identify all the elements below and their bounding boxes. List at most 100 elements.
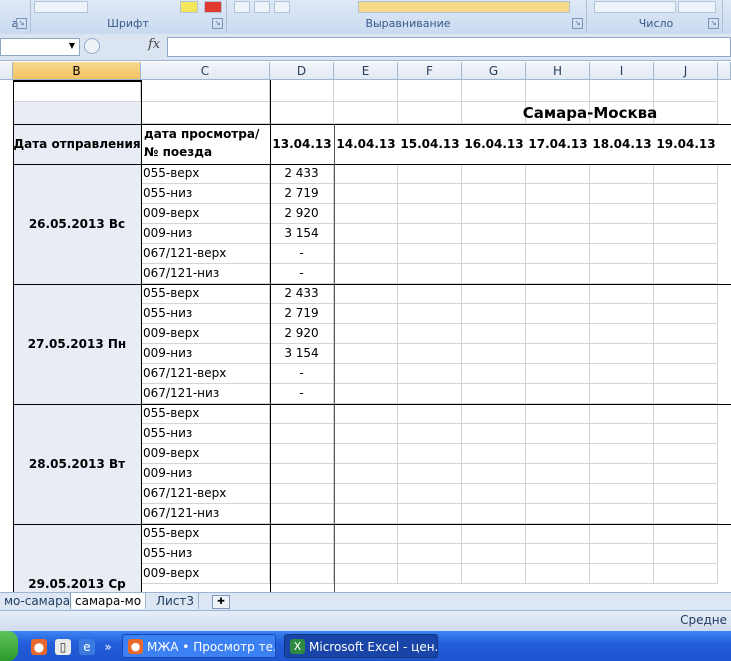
- cell-empty[interactable]: [654, 364, 718, 384]
- dialog-launcher-icon[interactable]: ↘: [16, 18, 27, 29]
- cell-empty[interactable]: [590, 504, 654, 524]
- cell-empty[interactable]: [654, 464, 718, 484]
- cell-empty[interactable]: [590, 464, 654, 484]
- cell-empty[interactable]: [590, 80, 654, 102]
- cell-empty[interactable]: [398, 184, 462, 204]
- insert-function-icon[interactable]: fx: [148, 37, 160, 52]
- cell-empty[interactable]: [654, 424, 718, 444]
- cell-empty[interactable]: [462, 564, 526, 584]
- cell-empty[interactable]: [590, 184, 654, 204]
- cell-empty[interactable]: [526, 284, 590, 304]
- cell-empty[interactable]: [462, 184, 526, 204]
- cell-empty[interactable]: [270, 102, 334, 124]
- price-cell[interactable]: -: [270, 384, 334, 404]
- cell-empty[interactable]: [462, 244, 526, 264]
- cell-empty[interactable]: [334, 264, 398, 284]
- cell-empty[interactable]: [526, 184, 590, 204]
- cell-empty[interactable]: [334, 184, 398, 204]
- cell-empty[interactable]: [398, 484, 462, 504]
- cell-empty[interactable]: [398, 244, 462, 264]
- price-cell[interactable]: [270, 544, 334, 564]
- cell-empty[interactable]: [462, 504, 526, 524]
- cell-empty[interactable]: [526, 324, 590, 344]
- chevron-down-icon[interactable]: ▼: [66, 38, 78, 54]
- document-quicklaunch-icon[interactable]: ▯: [55, 639, 71, 655]
- cell-empty[interactable]: [654, 504, 718, 524]
- align-center-button[interactable]: [254, 1, 270, 13]
- cell-empty[interactable]: [398, 524, 462, 544]
- cell-empty[interactable]: [334, 80, 398, 102]
- cell-empty[interactable]: [654, 80, 718, 102]
- cell-empty[interactable]: [526, 564, 590, 584]
- cell-empty[interactable]: [334, 464, 398, 484]
- formula-input[interactable]: [167, 37, 731, 57]
- cell-empty[interactable]: [654, 264, 718, 284]
- cell-empty[interactable]: [462, 344, 526, 364]
- cell-empty[interactable]: [526, 344, 590, 364]
- cell-empty[interactable]: [334, 484, 398, 504]
- price-cell[interactable]: [270, 484, 334, 504]
- cell-empty[interactable]: [398, 464, 462, 484]
- cell-empty[interactable]: [398, 364, 462, 384]
- cell-empty[interactable]: [334, 444, 398, 464]
- internet-explorer-icon[interactable]: e: [79, 639, 95, 655]
- price-cell[interactable]: -: [270, 264, 334, 284]
- align-right-button[interactable]: [274, 1, 290, 13]
- cell-empty[interactable]: [334, 384, 398, 404]
- cell-empty[interactable]: [334, 544, 398, 564]
- cell-empty[interactable]: [334, 224, 398, 244]
- cell-empty[interactable]: [526, 424, 590, 444]
- cell-empty[interactable]: [141, 80, 270, 102]
- cell-empty[interactable]: [590, 344, 654, 364]
- cell-empty[interactable]: [462, 224, 526, 244]
- cell-empty[interactable]: [398, 304, 462, 324]
- cell-empty[interactable]: [654, 444, 718, 464]
- cell-empty[interactable]: [654, 184, 718, 204]
- price-cell[interactable]: [270, 524, 334, 544]
- cell-empty[interactable]: [526, 204, 590, 224]
- cell-empty[interactable]: [654, 524, 718, 544]
- cell-empty[interactable]: [526, 224, 590, 244]
- column-header-k-edge[interactable]: [718, 62, 731, 80]
- cell-empty[interactable]: [654, 164, 718, 184]
- cell-empty[interactable]: [654, 224, 718, 244]
- sheet-tab-mo-samara[interactable]: мо-самара: [0, 593, 76, 609]
- cell-empty[interactable]: [462, 324, 526, 344]
- price-cell[interactable]: [270, 504, 334, 524]
- cell-empty[interactable]: [334, 102, 398, 124]
- column-header-c[interactable]: C: [141, 62, 270, 80]
- cell-empty[interactable]: [334, 424, 398, 444]
- cell-empty[interactable]: [334, 524, 398, 544]
- cell-empty[interactable]: [526, 544, 590, 564]
- cell-empty[interactable]: [398, 424, 462, 444]
- decimal-buttons[interactable]: [678, 1, 716, 13]
- cell-empty[interactable]: [462, 484, 526, 504]
- cell-empty[interactable]: [526, 164, 590, 184]
- cell-empty[interactable]: [526, 524, 590, 544]
- cell-empty[interactable]: [654, 204, 718, 224]
- font-color-button[interactable]: [204, 1, 222, 13]
- cell-empty[interactable]: [398, 404, 462, 424]
- cell-empty[interactable]: [398, 284, 462, 304]
- cell-empty[interactable]: [590, 524, 654, 544]
- cell-empty[interactable]: [654, 484, 718, 504]
- cell-empty[interactable]: [590, 304, 654, 324]
- insert-sheet-icon[interactable]: ✚: [212, 595, 230, 609]
- cell-empty[interactable]: [590, 484, 654, 504]
- cell-empty[interactable]: [590, 424, 654, 444]
- cell-empty[interactable]: [398, 164, 462, 184]
- cell-empty[interactable]: [590, 284, 654, 304]
- cell-empty[interactable]: [398, 444, 462, 464]
- cell-empty[interactable]: [13, 80, 141, 102]
- cell-empty[interactable]: [398, 384, 462, 404]
- cell-empty[interactable]: [398, 224, 462, 244]
- cell-empty[interactable]: [654, 544, 718, 564]
- price-cell[interactable]: 3 154: [270, 224, 334, 244]
- cell-empty[interactable]: [590, 244, 654, 264]
- price-cell[interactable]: [270, 404, 334, 424]
- price-cell[interactable]: 2 433: [270, 164, 334, 184]
- cell-empty[interactable]: [270, 80, 334, 102]
- column-header-j[interactable]: J: [654, 62, 718, 80]
- cell-empty[interactable]: [654, 404, 718, 424]
- cell-empty[interactable]: [654, 284, 718, 304]
